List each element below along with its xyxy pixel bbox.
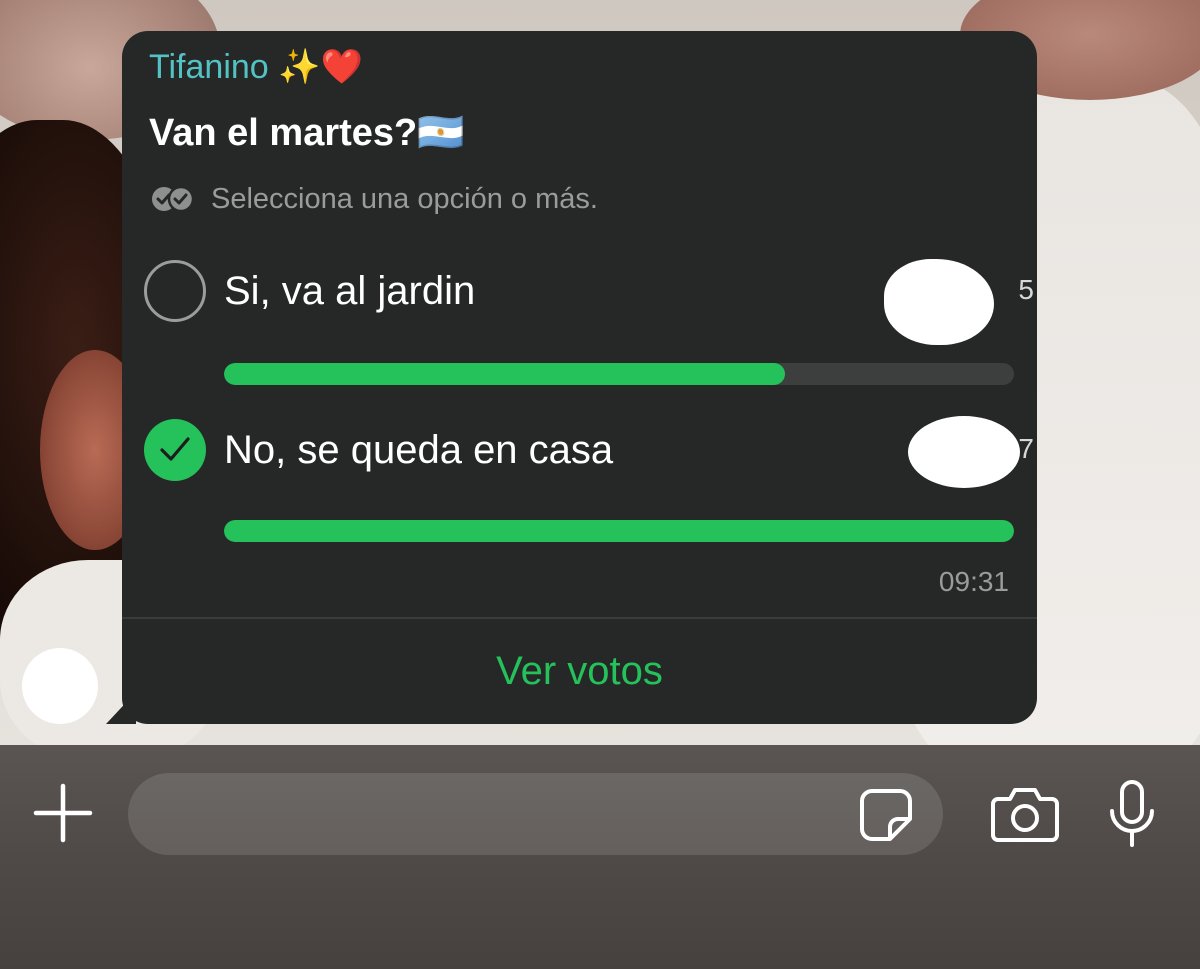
vote-progress-fill [224,520,1014,542]
option-radio-checked[interactable] [144,419,206,481]
voter-avatars[interactable] [908,416,1020,488]
sticker-icon[interactable] [858,787,914,843]
message-input[interactable] [128,773,943,855]
vote-progress-fill [224,363,785,385]
double-check-icon [149,182,199,216]
plus-icon[interactable] [30,780,96,846]
option-radio[interactable] [144,260,206,322]
message-composer [0,745,1200,969]
checkmark-icon [160,437,190,461]
message-time: 09:31 [938,566,1009,597]
vote-count: 5 [1018,274,1034,305]
vote-count: 7 [1018,433,1034,464]
vote-progress-bar [224,363,1014,385]
sender-name[interactable]: Tifanino ✨❤️ [149,45,363,89]
poll-hint: Selecciona una opción o más. [149,181,598,217]
poll-question: Van el martes?🇦🇷 [149,112,465,154]
vote-progress-bar [224,520,1014,542]
poll-hint-text: Selecciona una opción o más. [211,183,598,215]
sender-avatar[interactable] [22,648,98,724]
option-label: No, se queda en casa [224,428,614,472]
microphone-icon[interactable] [1106,779,1158,849]
view-votes-button[interactable]: Ver votos [122,619,1037,724]
option-label: Si, va al jardin [224,269,476,313]
voter-avatars[interactable] [884,259,994,345]
poll-message-bubble[interactable]: Tifanino ✨❤️ Van el martes?🇦🇷 Selecciona… [122,31,1037,724]
camera-icon[interactable] [990,785,1060,843]
